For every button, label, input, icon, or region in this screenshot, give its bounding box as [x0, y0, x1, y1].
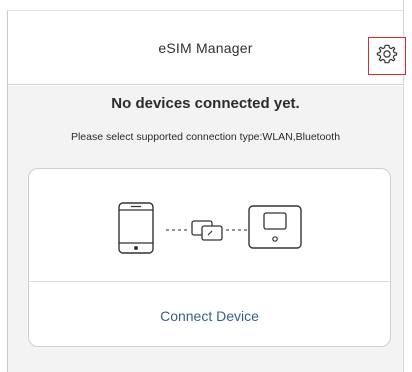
- esim-manager-window: eSIM Manager No devices connected yet. P…: [0, 0, 412, 372]
- router-icon: [248, 205, 302, 249]
- no-devices-heading: No devices connected yet.: [111, 95, 300, 112]
- settings-button[interactable]: [368, 37, 406, 75]
- gear-icon: [376, 43, 398, 70]
- main-content: No devices connected yet. Please select …: [8, 86, 403, 372]
- app-title: eSIM Manager: [158, 40, 253, 56]
- connect-device-button[interactable]: Connect Device: [29, 283, 390, 346]
- app-header: eSIM Manager: [8, 11, 406, 85]
- smartphone-icon: [118, 202, 154, 254]
- esim-card-icon: [191, 220, 223, 241]
- connection-type-instructions: Please select supported connection type:…: [70, 131, 341, 143]
- connect-device-card: Connect Device: [28, 168, 391, 347]
- connection-illustration: [29, 169, 390, 282]
